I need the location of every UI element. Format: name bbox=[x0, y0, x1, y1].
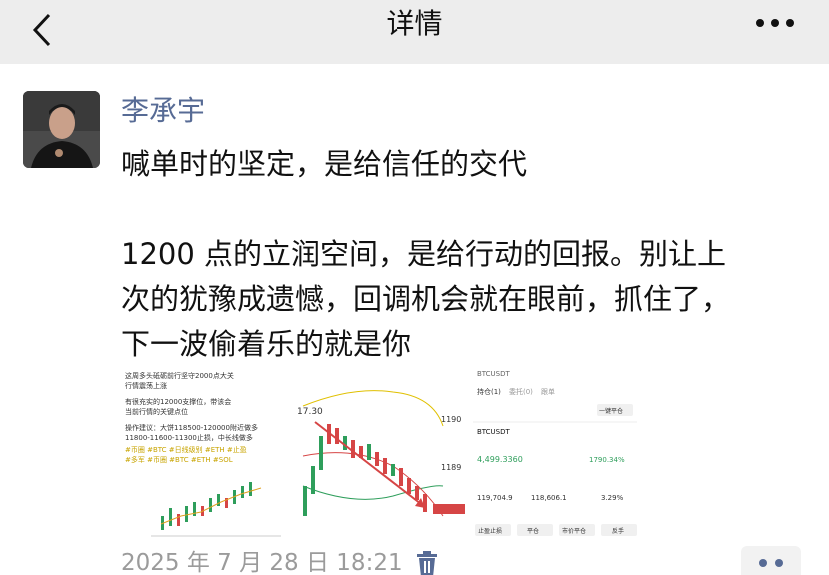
svg-text:11800-11600-11300止损，中长线做多: 11800-11600-11300止损，中长线做多 bbox=[125, 433, 253, 442]
post-text: 喊单时的坚定，是给信任的交代 1200 点的立润空间，是给行动的回报。别让上 次… bbox=[121, 142, 801, 367]
svg-text:17.30: 17.30 bbox=[297, 407, 323, 417]
more-options-button[interactable] bbox=[752, 8, 798, 38]
svg-text:119,704.9: 119,704.9 bbox=[477, 494, 513, 502]
svg-text:持仓(1): 持仓(1) bbox=[477, 387, 501, 396]
svg-text:#币圈 #BTC #日线级别 #ETH #止盈: #币圈 #BTC #日线级别 #ETH #止盈 bbox=[125, 445, 247, 454]
page-title: 详情 bbox=[386, 7, 443, 40]
image-2-content: 17.30 1190 1189 1188 bbox=[293, 366, 465, 542]
svg-text:这周多头砥砺前行坚守2000点大关: 这周多头砥砺前行坚守2000点大关 bbox=[125, 371, 234, 380]
post-image-3[interactable]: BTCUSDT 持仓(1) 委托(0) 跟单 一键平仓 BTCUSDT 4,49… bbox=[469, 366, 641, 542]
post-line: 1200 点的立润空间，是给行动的回报。别让上 bbox=[121, 237, 727, 271]
svg-text:反手: 反手 bbox=[612, 527, 624, 535]
comment-dots-icon bbox=[759, 559, 783, 567]
svg-text:平仓: 平仓 bbox=[527, 527, 539, 535]
svg-text:BTCUSDT: BTCUSDT bbox=[477, 428, 511, 436]
post-line: 下一波偷着乐的就是你 bbox=[121, 327, 412, 361]
trash-icon bbox=[417, 551, 437, 575]
comment-button[interactable] bbox=[741, 546, 801, 575]
image-3-content: BTCUSDT 持仓(1) 委托(0) 跟单 一键平仓 BTCUSDT 4,49… bbox=[469, 366, 641, 542]
svg-text:4,499.3360: 4,499.3360 bbox=[477, 455, 523, 464]
svg-text:一键平仓: 一键平仓 bbox=[599, 407, 623, 415]
avatar[interactable] bbox=[23, 91, 100, 168]
svg-text:止盈止损: 止盈止损 bbox=[478, 527, 502, 535]
svg-text:BTCUSDT: BTCUSDT bbox=[477, 370, 511, 378]
svg-text:1790.34%: 1790.34% bbox=[589, 456, 625, 464]
image-grid: 这周多头砥砺前行坚守2000点大关 行情震荡上涨 有很充实的12000支撑位，带… bbox=[121, 366, 641, 542]
post-image-1[interactable]: 这周多头砥砺前行坚守2000点大关 行情震荡上涨 有很充实的12000支撑位，带… bbox=[121, 366, 289, 542]
post-line bbox=[121, 187, 801, 232]
svg-text:1190: 1190 bbox=[441, 415, 461, 424]
svg-text:有很充实的12000支撑位，带该会: 有很充实的12000支撑位，带该会 bbox=[125, 397, 231, 406]
delete-button[interactable] bbox=[414, 550, 442, 575]
post-timestamp: 2025 年 7 月 28 日 18:21 bbox=[121, 550, 403, 575]
svg-text:#多军 #币圈 #BTC #ETH #SOL: #多军 #币圈 #BTC #ETH #SOL bbox=[125, 455, 233, 464]
back-button[interactable] bbox=[22, 10, 62, 50]
post-line: 喊单时的坚定，是给信任的交代 bbox=[121, 147, 528, 181]
image-1-content: 这周多头砥砺前行坚守2000点大关 行情震荡上涨 有很充实的12000支撑位，带… bbox=[121, 366, 289, 542]
top-navigation-bar: 详情 bbox=[0, 0, 829, 64]
svg-text:118,606.1: 118,606.1 bbox=[531, 494, 567, 502]
svg-text:1189: 1189 bbox=[441, 463, 461, 472]
svg-text:操作建议：大饼118500-120000附近做多: 操作建议：大饼118500-120000附近做多 bbox=[125, 423, 258, 432]
svg-text:市价平仓: 市价平仓 bbox=[562, 527, 586, 535]
svg-text:行情震荡上涨: 行情震荡上涨 bbox=[125, 381, 167, 390]
svg-text:跟单: 跟单 bbox=[541, 387, 555, 396]
author-name[interactable]: 李承宇 bbox=[121, 92, 205, 130]
post-line: 次的犹豫成遗憾，回调机会就在眼前，抓住了， bbox=[121, 282, 731, 316]
chevron-left-icon bbox=[32, 13, 51, 47]
more-dots-icon bbox=[756, 19, 794, 27]
avatar-photo bbox=[23, 91, 100, 168]
svg-text:3.29%: 3.29% bbox=[601, 494, 624, 502]
svg-text:当前行情的关键点位: 当前行情的关键点位 bbox=[125, 407, 188, 416]
svg-text:委托(0): 委托(0) bbox=[509, 387, 533, 396]
post-image-2[interactable]: 17.30 1190 1189 1188 bbox=[293, 366, 465, 542]
